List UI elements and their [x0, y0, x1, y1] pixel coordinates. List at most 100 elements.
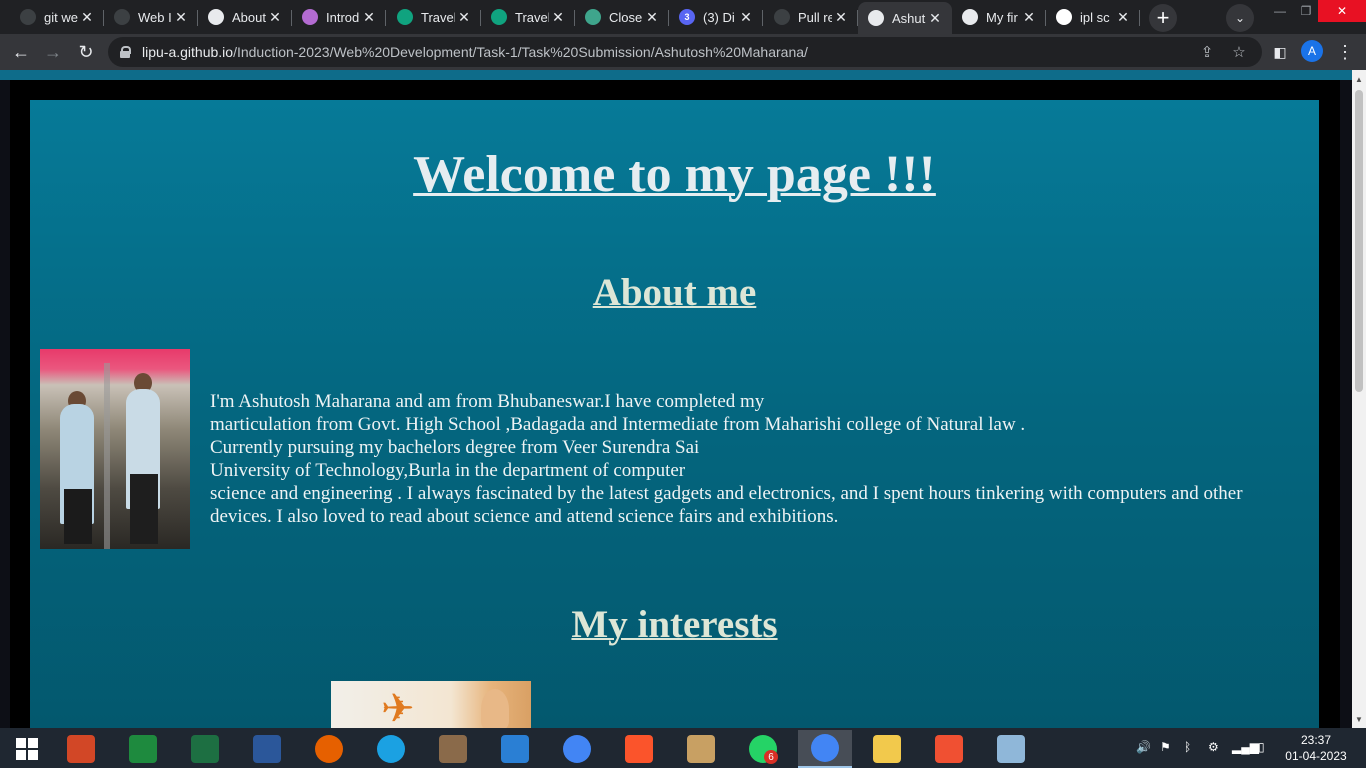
- bio-line: University of Technology,Burla in the de…: [210, 460, 686, 481]
- close-tab-icon[interactable]: ✕: [1020, 9, 1038, 26]
- address-bar[interactable]: lipu-a.github.io/Induction-2023/Web%20De…: [108, 37, 1262, 67]
- close-tab-icon[interactable]: ✕: [78, 9, 96, 26]
- taskbar-word[interactable]: [240, 730, 294, 768]
- discord-icon: 3: [679, 9, 695, 25]
- taskbar-notepad[interactable]: [984, 730, 1038, 768]
- taskbar-firefox[interactable]: [302, 730, 356, 768]
- side-panel-icon[interactable]: ◧: [1270, 42, 1290, 62]
- folder-icon: [873, 735, 901, 763]
- bookmark-star-icon[interactable]: ☆: [1228, 41, 1250, 63]
- tab-5[interactable]: Travel ✕: [387, 2, 481, 32]
- minimize-button[interactable]: —: [1266, 0, 1294, 22]
- share-icon[interactable]: ⇪: [1196, 41, 1218, 63]
- clock-date: 01-04-2023: [1285, 749, 1347, 763]
- taskbar-media[interactable]: [488, 730, 542, 768]
- battery-icon[interactable]: ▯: [1258, 740, 1265, 754]
- tab-8[interactable]: 3 (3) Di ✕: [669, 2, 763, 32]
- taskbar-brave[interactable]: [612, 730, 666, 768]
- start-button[interactable]: [0, 730, 54, 768]
- github-icon: [114, 9, 130, 25]
- tab-4[interactable]: Introd ✕: [292, 2, 386, 32]
- tab-label: (3) Di: [703, 9, 735, 25]
- github-icon: [774, 9, 790, 25]
- windows-icon: [13, 735, 41, 763]
- profile-photo: [40, 349, 190, 549]
- signal-icon[interactable]: ▂▄▆: [1232, 740, 1259, 754]
- tab-label: About: [232, 9, 266, 25]
- back-button[interactable]: ←: [7, 38, 35, 66]
- taskbar-explorer[interactable]: [860, 730, 914, 768]
- new-tab-button[interactable]: +: [1149, 4, 1177, 32]
- taskbar-ie[interactable]: [364, 730, 418, 768]
- scroll-up-icon[interactable]: ▲: [1352, 72, 1366, 86]
- close-tab-icon[interactable]: ✕: [643, 9, 661, 26]
- tab-9[interactable]: Pull re ✕: [764, 2, 858, 32]
- taskbar-chrome[interactable]: [550, 730, 604, 768]
- network-alert-icon[interactable]: ⚑: [1160, 740, 1171, 754]
- profile-avatar[interactable]: A: [1301, 40, 1323, 62]
- tab-6[interactable]: Travel ✕: [481, 2, 575, 32]
- travel-image: ✈: [331, 681, 531, 728]
- taskbar-store[interactable]: [116, 730, 170, 768]
- volume-icon[interactable]: 🔊: [1136, 740, 1151, 754]
- taskbar-game[interactable]: [426, 730, 480, 768]
- page-content: Welcome to my page !!! About me I'm Ashu…: [30, 100, 1319, 728]
- taskbar-whatsapp[interactable]: 6: [736, 730, 790, 768]
- vertical-scrollbar[interactable]: ▲ ▼: [1352, 70, 1366, 728]
- lock-icon[interactable]: [120, 46, 131, 58]
- page-top-strip: [0, 70, 1352, 80]
- word-icon: [253, 735, 281, 763]
- close-tab-icon[interactable]: ✕: [172, 9, 190, 26]
- reload-button[interactable]: ↻: [72, 38, 100, 66]
- taskbar-powerpoint[interactable]: [54, 730, 108, 768]
- tab-10[interactable]: Ashut ✕: [858, 2, 952, 34]
- brave-icon: [625, 735, 653, 763]
- close-window-button[interactable]: ✕: [1318, 0, 1366, 22]
- tab-2[interactable]: Web I ✕: [104, 2, 198, 32]
- close-tab-icon[interactable]: ✕: [737, 9, 755, 26]
- scrollbar-thumb[interactable]: [1355, 90, 1363, 392]
- security-icon[interactable]: ⚙: [1208, 740, 1219, 754]
- tab-label: Web I: [138, 9, 172, 25]
- git-icon: [935, 735, 963, 763]
- close-tab-icon[interactable]: ✕: [1114, 9, 1132, 26]
- bluetooth-icon[interactable]: ᛒ: [1184, 740, 1191, 754]
- forward-button[interactable]: →: [39, 38, 67, 66]
- close-tab-icon[interactable]: ✕: [549, 9, 567, 26]
- tab-7[interactable]: Close ✕: [575, 2, 669, 32]
- taskbar-git[interactable]: [922, 730, 976, 768]
- windows-taskbar: 6 🔊 ⚑ ᛒ ⚙ ▂▄▆ ▯ 23:37 01-04-2023: [0, 728, 1366, 768]
- tab-label: Pull re: [798, 9, 832, 25]
- tab-1[interactable]: git we ✕: [10, 2, 104, 32]
- chatgpt-icon: [491, 9, 507, 25]
- close-tab-icon[interactable]: ✕: [266, 9, 284, 26]
- close-tab-icon[interactable]: ✕: [832, 9, 850, 26]
- scroll-down-icon[interactable]: ▼: [1352, 712, 1366, 726]
- taskbar-paint[interactable]: [674, 730, 728, 768]
- restore-button[interactable]: ❐: [1294, 0, 1318, 22]
- tab-3[interactable]: About ✕: [198, 2, 292, 32]
- tab-12[interactable]: ipl sc ✕: [1046, 2, 1140, 32]
- tab-label: Travel: [421, 9, 455, 25]
- close-tab-icon[interactable]: ✕: [926, 10, 944, 27]
- tab-label: Travel: [515, 9, 549, 25]
- taskbar-chrome-profile[interactable]: [798, 730, 852, 768]
- taskbar-excel[interactable]: [178, 730, 232, 768]
- tab-search-button[interactable]: ⌄: [1226, 4, 1254, 32]
- url-text[interactable]: lipu-a.github.io/Induction-2023/Web%20De…: [142, 44, 808, 60]
- openai-icon: [302, 9, 318, 25]
- bio-line: marticulation from Govt. High School ,Ba…: [210, 414, 1026, 435]
- chatgpt-icon: [397, 9, 413, 25]
- kebab-menu-icon[interactable]: ⋮: [1335, 40, 1355, 64]
- close-tab-icon[interactable]: ✕: [360, 9, 378, 26]
- chrome-icon: [563, 735, 591, 763]
- tab-11[interactable]: My fir ✕: [952, 2, 1046, 32]
- close-tab-icon[interactable]: ✕: [455, 9, 473, 26]
- system-clock[interactable]: 23:37 01-04-2023: [1284, 732, 1348, 764]
- paint-icon: [687, 735, 715, 763]
- page-title: Welcome to my page !!!: [413, 146, 936, 203]
- chrome-icon: [811, 734, 839, 762]
- bio-paragraph: I'm Ashutosh Maharana and am from Bhuban…: [210, 390, 1290, 528]
- globe-icon: [208, 9, 224, 25]
- browser-toolbar: ← → ↻ lipu-a.github.io/Induction-2023/We…: [0, 34, 1366, 70]
